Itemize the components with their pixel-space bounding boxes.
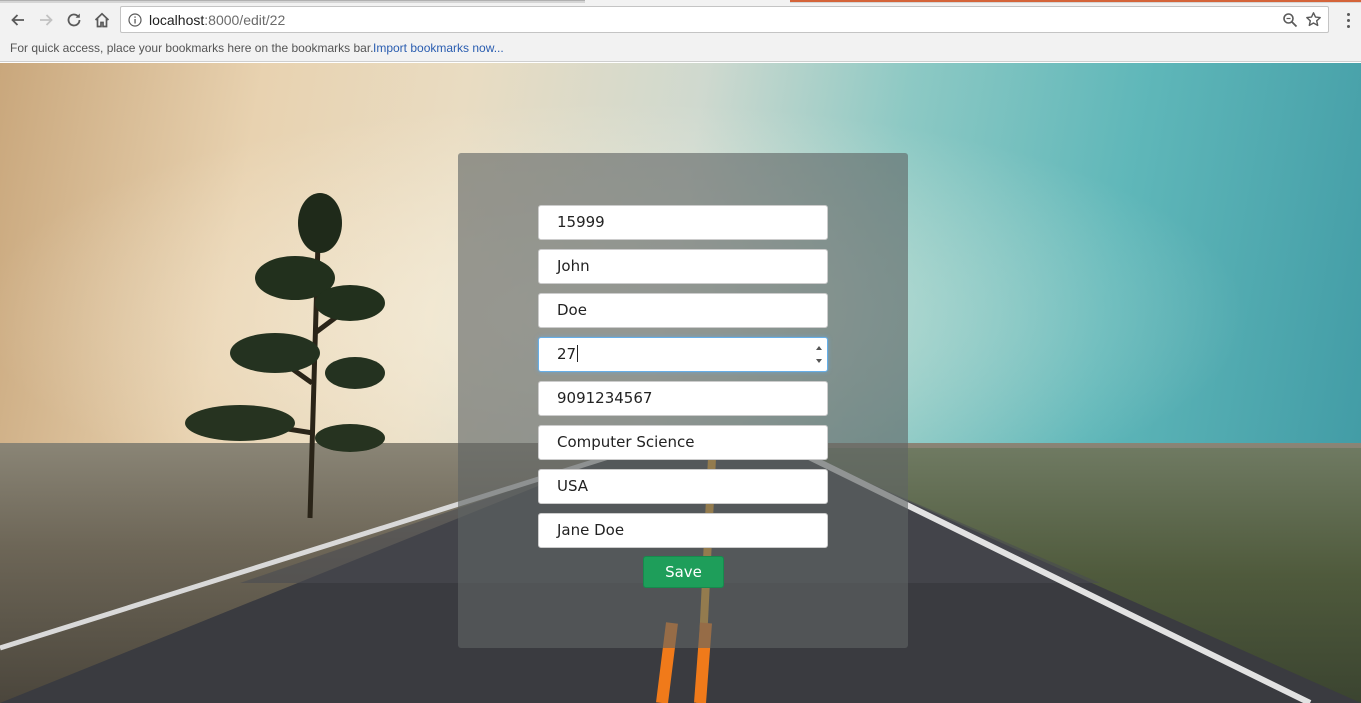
text-caret [577, 345, 579, 362]
star-icon[interactable] [1305, 11, 1322, 28]
tab-strip-accent [790, 0, 1361, 2]
number-spinner[interactable] [815, 346, 823, 363]
save-button[interactable]: Save [643, 556, 724, 588]
page-viewport: 15999 John Doe 27 9091234567 Computer Sc… [0, 63, 1361, 703]
department-field[interactable]: Computer Science [538, 425, 828, 460]
spinner-up-icon[interactable] [816, 346, 822, 350]
back-button[interactable] [5, 7, 31, 33]
address-bar[interactable]: localhost:8000/edit/22 [120, 6, 1329, 33]
kebab-menu-icon[interactable] [1338, 9, 1358, 31]
reload-icon [67, 13, 81, 27]
menu-dot [1346, 24, 1350, 28]
home-button[interactable] [89, 7, 115, 33]
info-icon[interactable] [128, 13, 142, 27]
forward-arrow-icon [40, 14, 53, 26]
tab-strip-left-edge [0, 0, 585, 1]
bookmarks-bar: For quick access, place your bookmarks h… [0, 36, 1361, 62]
url-host: localhost [149, 12, 205, 28]
forward-button[interactable] [33, 7, 59, 33]
guardian-field[interactable]: Jane Doe [538, 513, 828, 548]
menu-dot [1346, 18, 1350, 22]
id-field[interactable]: 15999 [538, 205, 828, 240]
menu-dot [1346, 12, 1350, 16]
home-icon [94, 12, 110, 28]
reload-button[interactable] [61, 7, 87, 33]
bookmarks-message: For quick access, place your bookmarks h… [10, 41, 374, 55]
spinner-down-icon[interactable] [816, 359, 822, 363]
last-name-field[interactable]: Doe [538, 293, 828, 328]
background-tree-image [185, 193, 385, 519]
zoom-icon[interactable] [1282, 12, 1298, 28]
country-field[interactable]: USA [538, 469, 828, 504]
import-bookmarks-link[interactable]: Import bookmarks now... [373, 41, 504, 55]
edit-form-card: 15999 John Doe 27 9091234567 Computer Sc… [458, 153, 908, 648]
url-text[interactable]: localhost:8000/edit/22 [149, 12, 285, 28]
phone-field[interactable]: 9091234567 [538, 381, 828, 416]
age-field[interactable]: 27 [538, 337, 828, 372]
url-path: :8000/edit/22 [204, 12, 286, 28]
browser-toolbar: localhost:8000/edit/22 [0, 3, 1361, 36]
back-arrow-icon [11, 14, 24, 26]
first-name-field[interactable]: John [538, 249, 828, 284]
age-value: 27 [557, 345, 577, 363]
